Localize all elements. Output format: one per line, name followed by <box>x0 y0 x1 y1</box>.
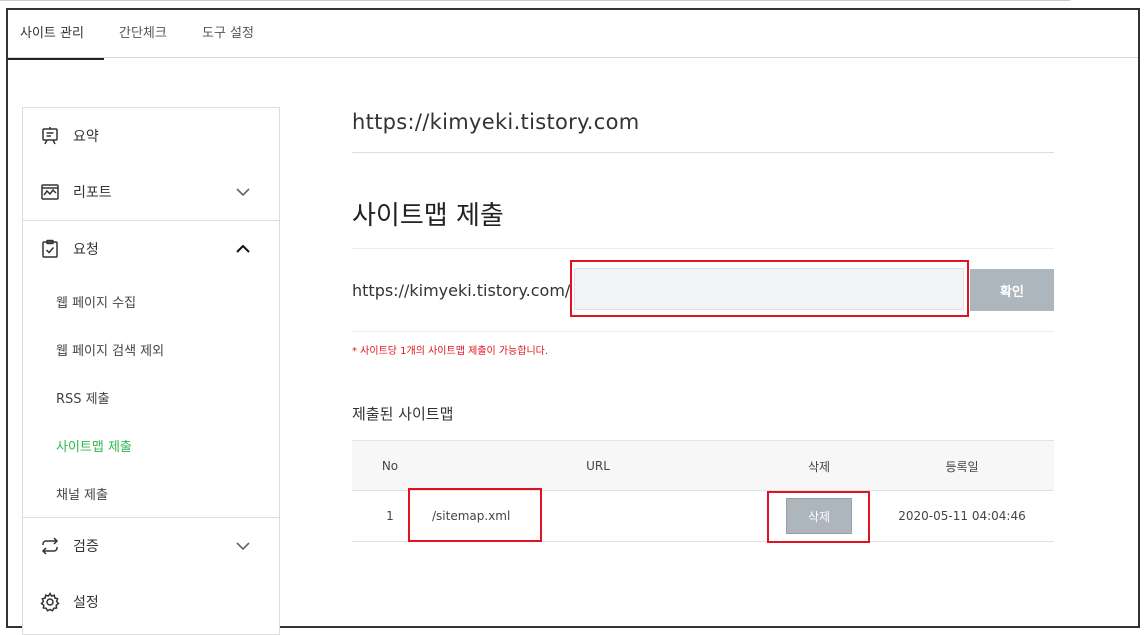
sidebar-item-label: 요약 <box>73 129 99 145</box>
highlight-box-input <box>570 260 969 317</box>
sidebar-item-label: 리포트 <box>73 185 112 201</box>
sidebar-item-report[interactable]: 리포트 <box>23 164 279 220</box>
sidebar-subitem-web-page-exclude[interactable]: 웹 페이지 검색 제외 <box>23 325 279 373</box>
gear-icon <box>39 591 61 613</box>
presentation-icon <box>39 125 61 147</box>
sidebar-item-verify[interactable]: 검증 <box>23 518 279 574</box>
sidebar-item-request[interactable]: 요청 <box>23 221 279 277</box>
header-date: 등록일 <box>945 459 979 474</box>
sidebar-item-summary[interactable]: 요약 <box>23 108 279 164</box>
divider <box>352 331 1054 332</box>
report-chart-icon <box>39 181 61 203</box>
chevron-down-icon[interactable] <box>235 184 251 200</box>
sidebar-subitem-web-page-collect[interactable]: 웹 페이지 수집 <box>23 277 279 325</box>
chevron-down-icon[interactable] <box>235 538 251 554</box>
sidebar-item-settings[interactable]: 설정 <box>23 574 279 630</box>
sidebar-item-label: 설정 <box>73 595 99 611</box>
header-no: No <box>381 459 399 473</box>
divider <box>352 152 1054 153</box>
header-url: URL <box>586 459 610 473</box>
chevron-up-icon[interactable] <box>235 241 251 257</box>
sidebar-item-label: 검증 <box>73 539 99 555</box>
sidebar-item-label: 요청 <box>73 242 99 258</box>
sidebar-subitem-rss-submit[interactable]: RSS 제출 <box>23 373 279 421</box>
sidebar-subitem-channel-submit[interactable]: 채널 제출 <box>23 469 279 517</box>
submitted-sitemaps-title: 제출된 사이트맵 <box>352 405 454 423</box>
sidebar-group-verify-settings: 검증 설정 <box>23 518 279 630</box>
url-prefix-label: https://kimyeki.tistory.com/ <box>352 281 571 300</box>
header-delete: 삭제 <box>807 459 831 474</box>
site-url-heading: https://kimyeki.tistory.com <box>352 110 640 134</box>
confirm-button[interactable]: 확인 <box>970 269 1054 311</box>
swap-arrows-icon <box>39 535 61 557</box>
highlight-box-delete <box>767 491 870 543</box>
divider <box>352 248 1054 249</box>
sidebar-subitem-sitemap-submit[interactable]: 사이트맵 제출 <box>23 421 279 469</box>
sidebar: 요약 리포트 요청 웹 페이지 수집 웹 페이지 검색 제외 RSS 제출 사이… <box>22 107 280 635</box>
highlight-box-url <box>408 488 542 542</box>
sidebar-group-summary-reports: 요약 리포트 <box>23 108 279 221</box>
sidebar-group-request: 요청 웹 페이지 수집 웹 페이지 검색 제외 RSS 제출 사이트맵 제출 채… <box>23 221 279 518</box>
table-header: No URL 삭제 등록일 <box>352 440 1054 491</box>
row-date: 2020-05-11 04:04:46 <box>898 509 1026 523</box>
clipboard-check-icon <box>39 238 61 260</box>
top-divider <box>0 0 1070 1</box>
page-title: 사이트맵 제출 <box>352 201 504 231</box>
sitemap-limit-note: * 사이트당 1개의 사이트맵 제출이 가능합니다. <box>352 346 549 357</box>
